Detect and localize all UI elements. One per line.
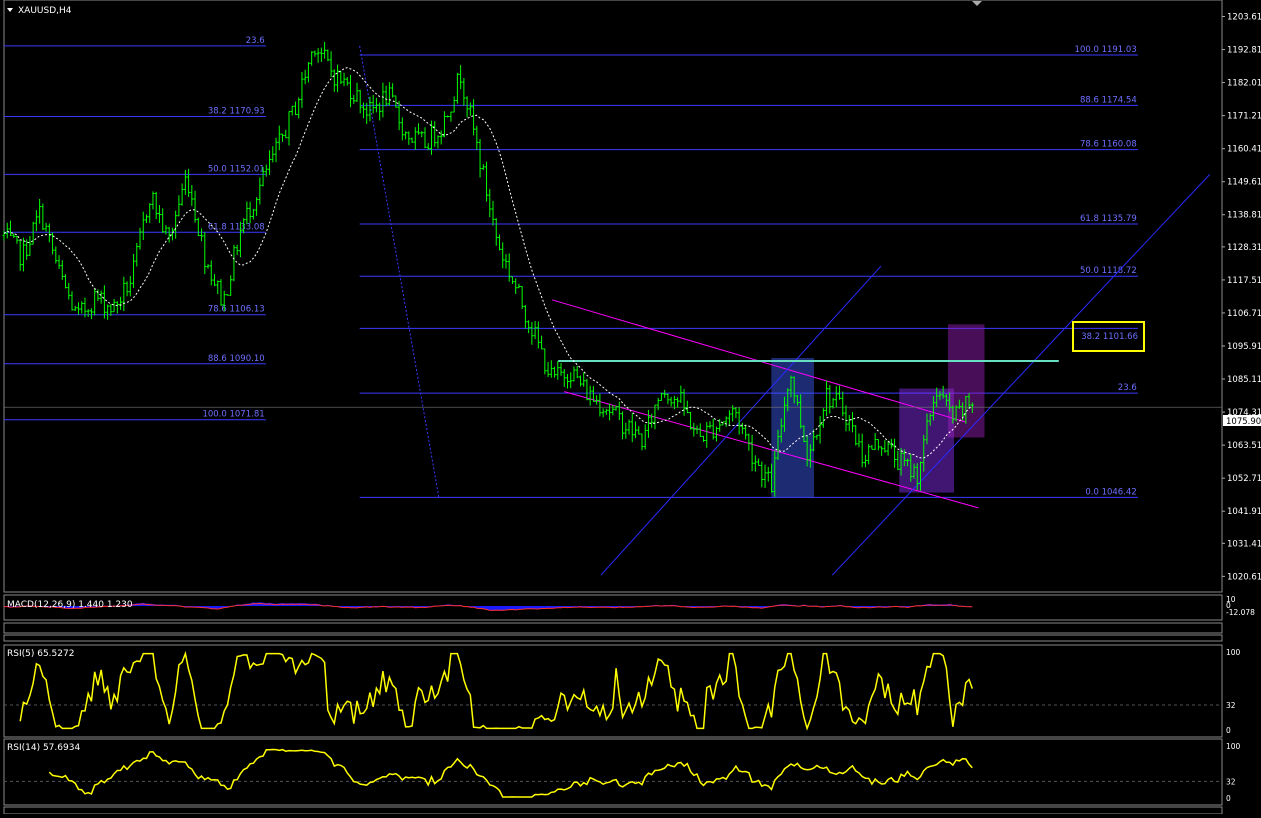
fib-left-label: 50.0 1152.01 [208,164,265,174]
rsi14-scale-label: 100 [1226,742,1241,751]
rsi5-scale-label: 100 [1226,648,1241,657]
y-tick-label: 1063.51 [1227,441,1261,451]
fib-left-label: 23.6 [246,36,265,46]
rsi5-layer: 100 32 0 [4,648,1241,735]
y-tick-label: 1138.81 [1227,211,1261,221]
rsi5-scale-label: 0 [1226,726,1231,735]
fib-right-label: 23.6 [1118,383,1137,393]
price-zone [771,357,814,498]
chart-window[interactable]: 23.6 38.2 1170.93 50.0 1152.01 61.8 1133.08… [0,0,1261,815]
rsi5-scale-label: 32 [1226,701,1236,710]
rsi14-scale-label: 0 [1226,794,1231,803]
fib-right-label: 78.6 1160.08 [1080,140,1137,150]
candles-layer [2,41,974,497]
y-tick-label: 1182.01 [1227,79,1261,89]
empty-panel-frame [3,622,1223,634]
chart-canvas[interactable]: 23.638.2 1170.9350.0 1152.0161.8 1133.08… [0,0,1261,815]
rsi5-line [19,650,974,731]
y-tick-label: 1160.41 [1227,145,1261,155]
fib-highlight-label: 38.2 1101.66 [1081,332,1138,342]
fib-right-label: 100.0 1191.03 [1075,45,1137,55]
y-tick-label: 1128.31 [1227,243,1261,253]
macd-layer: 100-12.078 [4,595,1255,617]
fib-left-label: 100.0 1071.81 [202,410,264,420]
trendlines-layer [4,174,1222,576]
fib-left-label: 78.6 1106.13 [208,305,265,315]
fib-right-label: 61.8 1135.79 [1080,214,1137,224]
window-menu-icon[interactable] [7,8,13,12]
fib-right-label: 0.0 1046.42 [1085,487,1136,497]
rsi14-panel-frame [3,738,1223,806]
current-price-label: 1075.90 [1226,417,1261,427]
chart-title: XAUUSD,H4 [18,6,72,16]
y-tick-label: 1031.41 [1227,539,1261,549]
main-panel-frame [3,0,1223,593]
macd-scale-label: -12.078 [1226,608,1255,617]
y-tick-label: 1095.91 [1227,342,1261,352]
y-tick-label: 1149.61 [1227,178,1261,188]
y-tick-label: 1106.71 [1227,309,1261,319]
rsi5-label: RSI(5) 65.5272 [7,649,74,659]
price-axis: 1203.61 1192.81 1182.01 1171.21 1160.41 1149.… [1222,12,1261,582]
y-tick-label: 1052.71 [1227,474,1261,484]
y-tick-label: 1020.61 [1227,572,1261,582]
rsi14-scale-label: 32 [1226,777,1236,786]
fib-left-label: 38.2 1170.93 [208,106,265,116]
rsi14-label: RSI(14) 57.6934 [7,743,80,753]
scroll-marker-icon[interactable] [972,1,982,6]
y-tick-label: 1171.21 [1227,112,1261,122]
rsi14-layer: 100 32 0 [4,742,1241,803]
fib-left-label: 88.6 1090.10 [208,354,265,364]
rsi14-line [48,748,973,798]
empty-panel-frame-2 [3,634,1223,642]
y-tick-label: 1192.81 [1227,46,1261,56]
y-tick-label: 1041.91 [1227,507,1261,517]
trend-ray-line [831,174,1211,576]
fib-right-label: 88.6 1174.54 [1080,95,1137,105]
y-tick-label: 1203.61 [1227,12,1261,22]
bottom-panel-frame [3,806,1223,815]
y-tick-label: 1085.11 [1227,375,1261,385]
y-tick-label: 1117.51 [1227,276,1261,286]
macd-label: MACD(12,26,9) 1.440 1.230 [7,600,133,610]
fib-right-label: 50.0 1118.72 [1080,266,1137,276]
